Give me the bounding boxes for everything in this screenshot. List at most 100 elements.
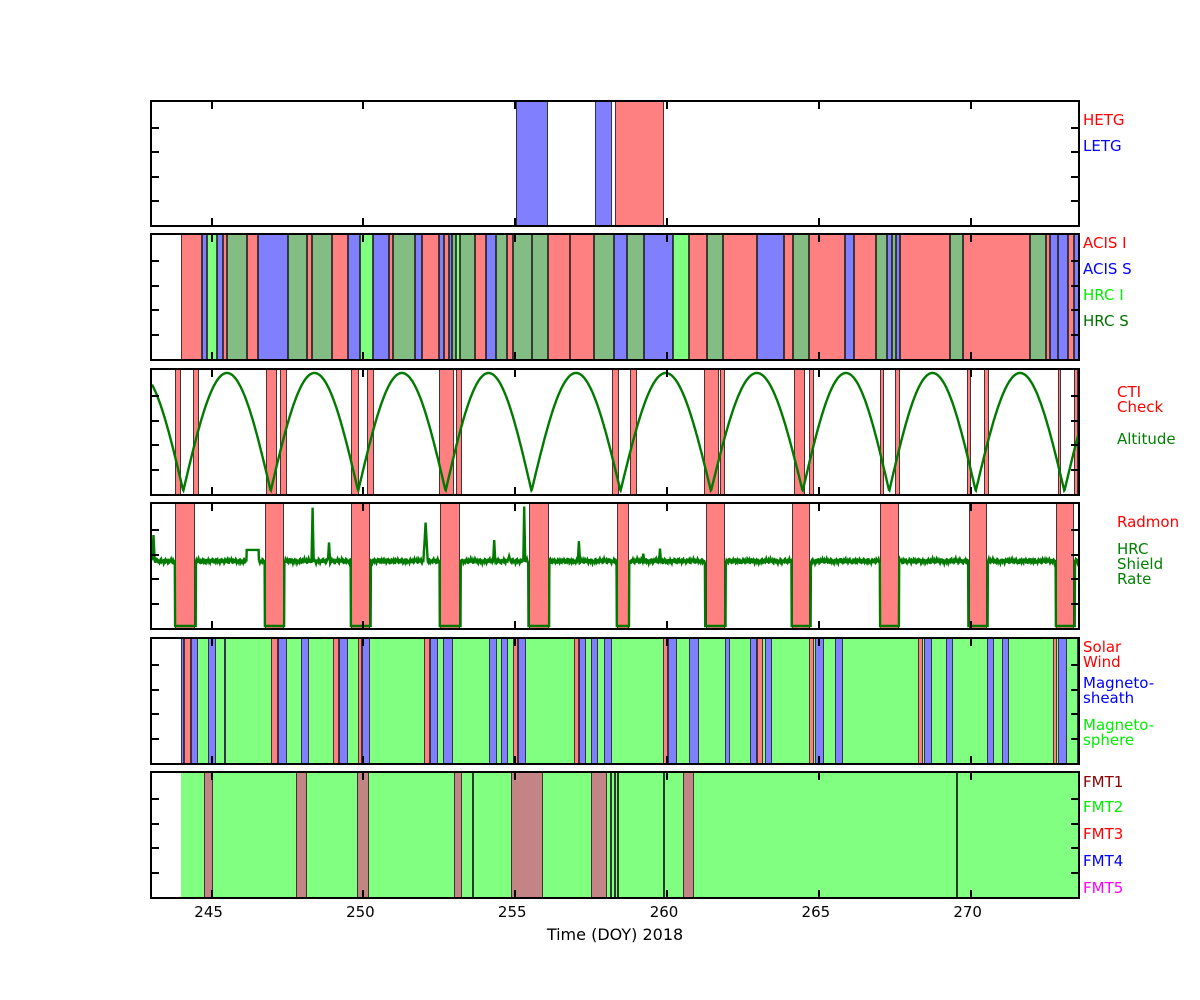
- y-tick-mark: [152, 823, 159, 825]
- y-tick-mark: [1071, 334, 1078, 336]
- x-tick-mark: [211, 218, 213, 225]
- band-msheath: [208, 639, 216, 763]
- band-msheath: [1002, 639, 1010, 763]
- band-hrc_s: [1030, 235, 1046, 359]
- x-tick-mark: [514, 504, 516, 511]
- y-tick-mark: [152, 469, 159, 471]
- x-tick-mark: [666, 352, 668, 359]
- band-acis_s: [415, 235, 422, 359]
- x-tick-mark: [211, 504, 213, 511]
- y-tick-mark: [1071, 689, 1078, 691]
- x-tick-mark: [514, 756, 516, 763]
- x-tick-mark: [970, 487, 972, 494]
- x-tick-mark: [514, 890, 516, 897]
- band-acis_i: [784, 235, 793, 359]
- band-fmt1: [296, 773, 306, 897]
- x-tick-mark: [362, 370, 364, 377]
- band-msheath: [579, 639, 586, 763]
- x-tick-mark: [666, 504, 668, 511]
- y-tick-mark: [152, 285, 159, 287]
- legend-label-acis-s: ACIS S: [1083, 262, 1132, 277]
- y-tick-mark: [1071, 823, 1078, 825]
- x-tick-label: 255: [498, 903, 527, 921]
- y-tick-mark: [1071, 176, 1078, 178]
- x-tick-mark: [666, 639, 668, 646]
- band-msheath: [987, 639, 994, 763]
- x-tick-mark: [514, 370, 516, 377]
- band-fmt1: [454, 773, 463, 897]
- y-tick-mark: [152, 260, 159, 262]
- y-tick-mark: [1071, 309, 1078, 311]
- x-tick-mark: [514, 218, 516, 225]
- x-tick-mark: [970, 890, 972, 897]
- x-tick-mark: [666, 218, 668, 225]
- x-tick-label: 270: [953, 903, 982, 921]
- x-tick-mark: [211, 352, 213, 359]
- format-change-line: [956, 773, 958, 897]
- band-hrc_i: [360, 235, 373, 359]
- y-tick-mark: [1071, 664, 1078, 666]
- y-tick-mark: [152, 872, 159, 874]
- panel-solar-wind-regions: [150, 637, 1080, 765]
- x-axis-title: Time (DOY) 2018: [547, 925, 683, 944]
- band-msheath: [224, 639, 226, 763]
- y-tick-mark: [1071, 738, 1078, 740]
- band-letg: [595, 102, 612, 225]
- panel-telemetry-format: [150, 771, 1080, 899]
- band-fmt1: [511, 773, 543, 897]
- y-tick-mark: [152, 578, 159, 580]
- panel-instruments: [150, 233, 1080, 361]
- x-tick-mark: [362, 352, 364, 359]
- band-fmt1: [357, 773, 369, 897]
- band-acis_i: [723, 235, 757, 359]
- band-hrc_s: [513, 235, 532, 359]
- x-tick-mark: [211, 487, 213, 494]
- altitude-curve: [152, 370, 1080, 494]
- band-hrc_s: [532, 235, 549, 359]
- band-msheath: [501, 639, 508, 763]
- panel-cti-altitude: [150, 368, 1080, 496]
- x-tick-label: 265: [802, 903, 831, 921]
- x-tick-mark: [362, 890, 364, 897]
- x-tick-mark: [818, 352, 820, 359]
- band-msheath: [815, 639, 824, 763]
- x-tick-mark: [514, 773, 516, 780]
- x-tick-mark: [970, 504, 972, 511]
- x-tick-mark: [666, 102, 668, 109]
- x-tick-mark: [666, 370, 668, 377]
- band-solar_wind: [271, 639, 278, 763]
- x-tick-mark: [362, 102, 364, 109]
- y-tick-mark: [152, 689, 159, 691]
- band-hrc_s: [312, 235, 332, 359]
- x-tick-label: 245: [194, 903, 223, 921]
- band-hrc_s: [627, 235, 645, 359]
- y-tick-mark: [152, 664, 159, 666]
- y-tick-mark: [152, 529, 159, 531]
- x-tick-mark: [514, 487, 516, 494]
- band-msheath: [430, 639, 439, 763]
- x-tick-mark: [211, 621, 213, 628]
- band-acis_i: [900, 235, 949, 359]
- band-acis_i: [475, 235, 486, 359]
- legend-label-fmt3: FMT3: [1083, 827, 1123, 842]
- x-tick-mark: [211, 890, 213, 897]
- band-msheath: [301, 639, 309, 763]
- x-tick-mark: [970, 352, 972, 359]
- x-tick-mark: [362, 639, 364, 646]
- y-tick-mark: [1071, 603, 1078, 605]
- chandra-timeline-figure: HETGLETGACIS IACIS SHRC IHRC SCTI CheckA…: [0, 0, 1200, 1000]
- x-tick-mark: [666, 235, 668, 242]
- y-tick-mark: [1071, 798, 1078, 800]
- legend-label-hrc-s: HRC S: [1083, 314, 1129, 329]
- legend-label-radmon: Radmon: [1117, 515, 1179, 530]
- y-tick-mark: [1071, 151, 1078, 153]
- band-hrc_i: [207, 235, 218, 359]
- band-acis_s: [614, 235, 627, 359]
- y-tick-mark: [152, 395, 159, 397]
- y-tick-mark: [1071, 469, 1078, 471]
- x-tick-mark: [514, 235, 516, 242]
- y-tick-mark: [152, 127, 159, 129]
- legend-label-fmt5: FMT5: [1083, 881, 1123, 896]
- band-acis_s: [644, 235, 673, 359]
- y-tick-mark: [152, 603, 159, 605]
